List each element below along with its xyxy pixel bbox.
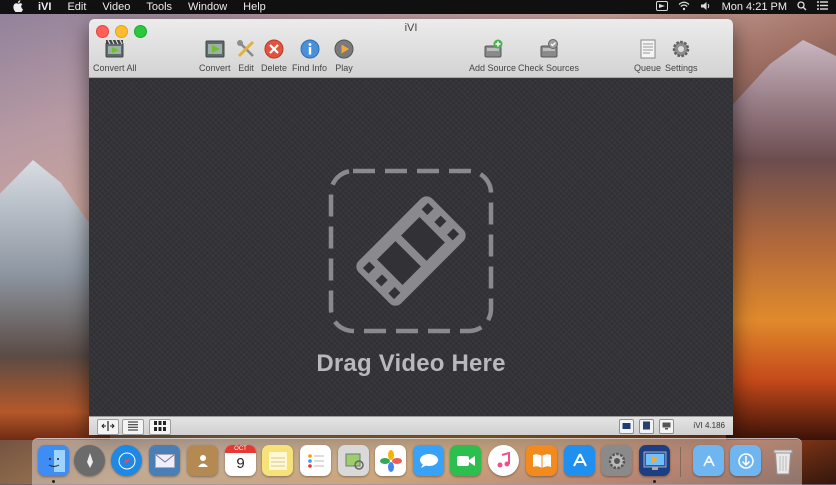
tablet-icon <box>642 421 651 432</box>
delete-button[interactable]: Delete <box>261 37 287 73</box>
photos-icon[interactable] <box>375 445 406 476</box>
menu-help[interactable]: Help <box>235 1 274 13</box>
reminders-icon[interactable] <box>300 445 331 476</box>
wifi-icon[interactable] <box>678 1 690 14</box>
menu-window[interactable]: Window <box>180 1 235 13</box>
delete-icon <box>262 37 286 61</box>
add-source-icon <box>481 37 505 61</box>
calendar-day: 9 <box>236 455 245 472</box>
list-view-button[interactable] <box>122 419 144 435</box>
volume-icon[interactable] <box>700 1 712 14</box>
convert-icon <box>203 37 227 61</box>
applications-folder-icon[interactable] <box>693 445 724 476</box>
notification-center-icon[interactable] <box>817 1 828 13</box>
settings-button[interactable]: Settings <box>665 37 698 73</box>
grid-view-button[interactable] <box>149 419 171 435</box>
menu-bar: iVI Edit Video Tools Window Help Mon 4:2… <box>0 0 836 14</box>
check-sources-button[interactable]: Check Sources <box>518 37 579 73</box>
edit-label: Edit <box>238 63 254 73</box>
wallpaper-mountain-right <box>726 40 836 440</box>
itunes-icon[interactable] <box>488 445 519 476</box>
check-sources-icon <box>537 37 561 61</box>
safari-icon[interactable] <box>111 445 142 476</box>
computer-icon <box>662 422 671 432</box>
convert-all-button[interactable]: Convert All <box>93 37 137 73</box>
downloads-folder-icon[interactable] <box>730 445 761 476</box>
facetime-icon[interactable] <box>450 445 481 476</box>
finder-icon[interactable] <box>38 445 69 476</box>
mail-icon[interactable] <box>149 445 180 476</box>
status-mac-button[interactable] <box>659 419 674 434</box>
calendar-icon[interactable]: OCT 9 <box>225 445 256 476</box>
convert-button[interactable]: Convert <box>199 37 231 73</box>
split-view-button[interactable] <box>97 419 119 435</box>
system-preferences-icon[interactable] <box>601 445 632 476</box>
check-sources-label: Check Sources <box>518 63 580 73</box>
menu-app-name[interactable]: iVI <box>36 1 59 13</box>
play-icon <box>332 37 356 61</box>
delete-label: Delete <box>261 63 288 73</box>
add-source-button[interactable]: Add Source <box>469 37 516 73</box>
play-label: Play <box>335 63 353 73</box>
tv-icon <box>622 422 631 432</box>
contacts-icon[interactable] <box>187 445 218 476</box>
spotlight-icon[interactable] <box>797 0 807 14</box>
menu-video[interactable]: Video <box>94 1 138 13</box>
apple-menu-icon[interactable] <box>0 0 36 15</box>
convert-label: Convert <box>199 63 231 73</box>
grid-view-icon <box>154 421 166 433</box>
queue-label: Queue <box>634 63 662 73</box>
gear-icon <box>669 37 693 61</box>
ivi-main-window: iVI Convert All Convert Edit Delete Find… <box>89 19 733 435</box>
dock: OCT 9 <box>32 438 802 485</box>
find-info-label: Find Info <box>292 63 328 73</box>
window-status-bar: iVI 4.186 <box>89 416 733 435</box>
ivi-status-icon[interactable] <box>655 0 668 14</box>
notes-icon[interactable] <box>262 445 293 476</box>
film-drop-icon <box>328 168 494 334</box>
menu-tools[interactable]: Tools <box>138 1 180 13</box>
menu-clock[interactable]: Mon 4:21 PM <box>722 1 787 13</box>
messages-icon[interactable] <box>413 445 444 476</box>
app-store-icon[interactable] <box>564 445 595 476</box>
finder-running-indicator <box>52 480 55 483</box>
find-info-button[interactable]: Find Info <box>292 37 327 73</box>
list-view-icon <box>127 421 139 433</box>
dock-separator <box>680 447 681 477</box>
ivi-app-icon[interactable] <box>639 445 670 476</box>
status-ipad-button[interactable] <box>639 419 654 434</box>
settings-label: Settings <box>665 63 698 73</box>
trash-icon[interactable] <box>767 445 798 476</box>
ibooks-icon[interactable] <box>526 445 557 476</box>
app-version: iVI 4.186 <box>693 421 725 430</box>
window-toolbar: iVI Convert All Convert Edit Delete Find… <box>89 19 733 78</box>
drag-video-prompt: Drag Video Here <box>316 350 506 377</box>
convert-all-label: Convert All <box>93 63 137 73</box>
queue-icon <box>636 37 660 61</box>
play-button[interactable]: Play <box>332 37 356 73</box>
video-list-area[interactable]: Drag Video Here <box>89 78 733 416</box>
menu-edit[interactable]: Edit <box>59 1 94 13</box>
ivi-running-indicator <box>653 480 656 483</box>
queue-button[interactable]: Queue <box>634 37 661 73</box>
status-tv-button[interactable] <box>619 419 634 434</box>
drop-zone[interactable] <box>328 168 494 334</box>
convert-all-icon <box>103 37 127 61</box>
info-icon <box>298 37 322 61</box>
preview-icon[interactable] <box>338 445 369 476</box>
edit-button[interactable]: Edit <box>234 37 258 73</box>
edit-icon <box>234 37 258 61</box>
calendar-month: OCT <box>225 445 256 453</box>
window-title: iVI <box>404 22 418 34</box>
launchpad-icon[interactable] <box>74 445 105 476</box>
split-view-icon <box>101 421 115 433</box>
add-source-label: Add Source <box>469 63 517 73</box>
